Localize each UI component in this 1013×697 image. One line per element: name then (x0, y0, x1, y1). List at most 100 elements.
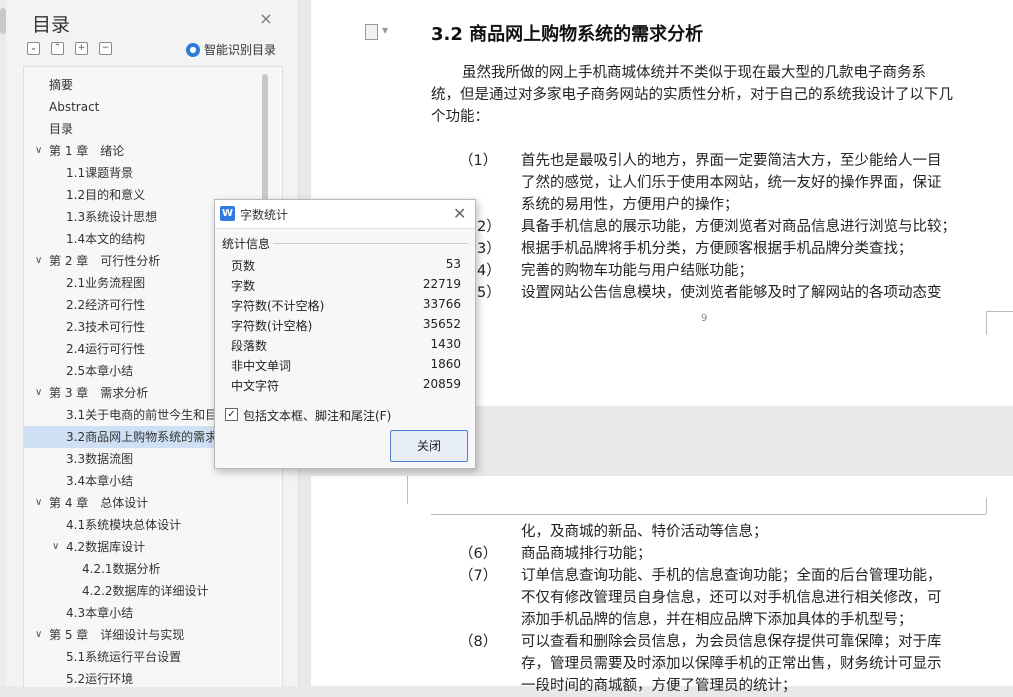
document-page: 化，及商城的新品、特价活动等信息； （6） 商品商城排行功能； （7） 订单信息查询功能… (311, 476, 1013, 694)
stats-section-label: 统计信息 (222, 237, 271, 251)
crop-mark (986, 311, 1013, 312)
section-heading: 3.2 商品网上购物系统的需求分析 (431, 24, 704, 45)
list-number: （8） (459, 634, 498, 650)
collapse-all-icon[interactable]: ⌄ (27, 42, 40, 55)
toc-item[interactable]: ∨ 4.2数据库设计 (24, 536, 282, 558)
close-icon[interactable]: × (259, 11, 273, 27)
chevron-down-icon[interactable]: ∨ (35, 382, 42, 404)
outline-title: 目录 (32, 14, 71, 36)
toc-item[interactable]: 摘要 (24, 74, 282, 96)
toc-item[interactable]: ∨ 第 1 章 绪论 (24, 140, 282, 162)
list-number: 2） (477, 219, 501, 235)
toc-item-label: 2.2经济可行性 (66, 298, 146, 312)
wps-logo-icon: W (220, 206, 235, 221)
include-textbox-checkbox[interactable]: ✓ (225, 408, 238, 421)
expand-all-icon[interactable]: ⌃ (51, 42, 64, 55)
toc-item[interactable]: 5.2运行环境 (24, 668, 282, 687)
stat-label: 字数 (231, 279, 256, 293)
left-scroll-thumb[interactable] (0, 8, 6, 34)
list-number: 4） (477, 263, 501, 279)
list-item-text: 根据手机品牌将手机分类，方便顾客根据手机品牌分类查找； (521, 241, 913, 257)
chevron-down-icon[interactable]: ∨ (35, 624, 42, 646)
toc-item[interactable]: 4.2.1数据分析 (24, 558, 282, 580)
list-item-text: 具备手机信息的展示功能，方便浏览者对商品信息进行浏览与比较； (521, 219, 956, 235)
list-item-text: 系统的易用性，方便用户的操作； (521, 197, 739, 213)
crop-mark (986, 311, 987, 335)
stat-label: 段落数 (231, 339, 268, 353)
list-number: （7） (459, 568, 498, 584)
list-item-text: 存，管理员需要及时添加以保障手机的正常出售，财务统计可显示 (521, 656, 942, 672)
toc-item-label: Abstract (49, 100, 100, 114)
dialog-titlebar[interactable]: W 字数统计 ✕ (215, 200, 475, 229)
toc-item-label: 5.1系统运行平台设置 (66, 650, 182, 664)
toc-item-label: 4.2数据库设计 (66, 540, 146, 554)
add-heading-icon[interactable]: + (75, 42, 88, 55)
stat-label: 非中文单词 (231, 359, 292, 373)
toc-item[interactable]: Abstract (24, 96, 282, 118)
stat-label: 字符数(计空格) (231, 319, 313, 333)
stat-value: 22719 (422, 277, 461, 291)
stat-value: 1430 (430, 337, 461, 351)
toc-item-label: 4.1系统模块总体设计 (66, 518, 182, 532)
toc-item[interactable]: 4.1系统模块总体设计 (24, 514, 282, 536)
toc-item-label: 第 3 章 需求分析 (49, 386, 149, 400)
page-number: 9 (701, 313, 708, 324)
chevron-down-icon[interactable]: ▼ (382, 26, 388, 35)
toc-item-label: 2.5本章小结 (66, 364, 134, 378)
paragraph-line: 个功能： (431, 109, 489, 125)
paragraph-line: 虽然我所做的网上手机商城体统并不类似于现在最大型的几款电子商务系 (462, 65, 926, 81)
list-item-text: 一段时间的商城额，方便了管理员的统计； (521, 678, 797, 694)
toc-item-label: 5.2运行环境 (66, 672, 134, 686)
chevron-down-icon[interactable]: ∨ (52, 536, 59, 558)
left-scroll-track (0, 0, 6, 686)
toc-item-label: 摘要 (49, 78, 74, 92)
stat-value: 1860 (430, 357, 461, 371)
stat-value: 33766 (422, 297, 461, 311)
toc-item[interactable]: 目录 (24, 118, 282, 140)
chevron-down-icon[interactable]: ∨ (35, 492, 42, 514)
close-icon[interactable]: ✕ (453, 204, 466, 223)
toc-item-label: 1.1课题背景 (66, 166, 134, 180)
toc-item[interactable]: 4.3本章小结 (24, 602, 282, 624)
chevron-down-icon[interactable]: ∨ (35, 250, 42, 272)
stat-value: 53 (445, 257, 461, 271)
header-rule (431, 514, 986, 515)
word-count-dialog: W 字数统计 ✕ 统计信息 页数 53 字数 22719 字符数(不计空格) 33766 字… (214, 199, 476, 469)
list-item-text: 化，及商城的新品、特价活动等信息； (521, 524, 768, 540)
toc-item-label: 第 2 章 可行性分析 (49, 254, 161, 268)
toc-item[interactable]: ∨ 第 4 章 总体设计 (24, 492, 282, 514)
crop-mark (986, 498, 987, 514)
stat-label: 页数 (231, 259, 256, 273)
toc-item-label: 4.2.2数据库的详细设计 (82, 584, 209, 598)
toc-item-label: 2.4运行可行性 (66, 342, 146, 356)
chevron-down-icon[interactable]: ∨ (35, 140, 42, 162)
toc-item[interactable]: ∨ 第 5 章 详细设计与实现 (24, 624, 282, 646)
stat-value: 35652 (422, 317, 461, 331)
toc-item-label: 3.4本章小结 (66, 474, 134, 488)
remove-heading-icon[interactable]: − (99, 42, 112, 55)
stat-value: 20859 (422, 377, 461, 391)
toc-item-label: 第 4 章 总体设计 (49, 496, 149, 510)
toc-item-label: 4.3本章小结 (66, 606, 134, 620)
toc-item-label: 1.3系统设计思想 (66, 210, 158, 224)
checkbox-label[interactable]: 包括文本框、脚注和尾注(F) (243, 407, 391, 424)
toc-item-label: 4.2.1数据分析 (82, 562, 161, 576)
toc-item[interactable]: 1.1课题背景 (24, 162, 282, 184)
toc-item[interactable]: 5.1系统运行平台设置 (24, 646, 282, 668)
divider (273, 243, 468, 244)
smart-toc-button[interactable]: ● 智能识别目录 (186, 41, 276, 58)
toc-item-label: 1.2目的和意义 (66, 188, 146, 202)
toc-item[interactable]: 4.2.2数据库的详细设计 (24, 580, 282, 602)
ai-icon: ● (186, 42, 200, 57)
list-item-text: 设置网站公告信息模块，使浏览者能够及时了解网站的各项动态变 (521, 285, 942, 301)
list-number: 3） (477, 241, 501, 257)
crop-mark (407, 476, 408, 504)
paragraph-icon[interactable] (365, 24, 378, 40)
list-number: 5） (477, 285, 501, 301)
toc-item-label: 第 1 章 绪论 (49, 144, 125, 158)
list-item-text: 订单信息查询功能、手机的信息查询功能；全面的后台管理功能， (521, 568, 942, 584)
dialog-title: 字数统计 (240, 208, 289, 222)
close-button[interactable]: 关闭 (390, 430, 468, 462)
smart-toc-label: 智能识别目录 (204, 43, 277, 57)
toc-item[interactable]: 3.4本章小结 (24, 470, 282, 492)
